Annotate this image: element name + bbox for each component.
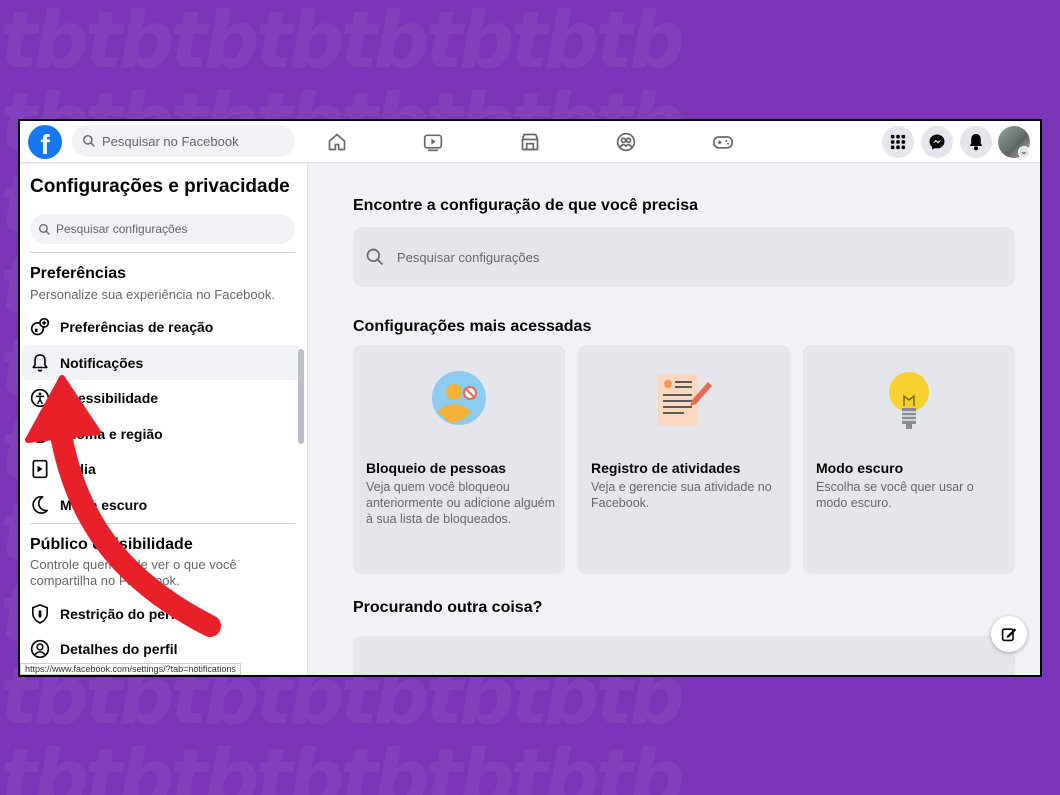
card-description: Veja e gerencie sua atividade no Faceboo… (591, 480, 772, 510)
sidebar-item-reaction-preferences[interactable]: Preferências de reação (22, 309, 300, 344)
sidebar-item-label: Detalhes do perfil (60, 640, 178, 657)
section-subtitle-preferences: Personalize sua experiência no Facebook. (30, 287, 275, 302)
card-description: Veja quem você bloqueou anteriormente ou… (366, 480, 556, 526)
gaming-icon[interactable] (712, 131, 734, 153)
search-heading: Encontre a configuração de que você prec… (353, 197, 698, 214)
edit-icon (1001, 628, 1017, 642)
globe-icon (30, 424, 50, 444)
activity-log-illustration (578, 370, 790, 440)
moon-icon (30, 495, 50, 515)
sidebar-item-profile-details[interactable]: Detalhes do perfil (22, 631, 300, 666)
divider (30, 252, 295, 253)
notifications-bell-icon[interactable] (960, 126, 992, 158)
card-dark-mode[interactable]: Modo escuro Escolha se você quer usar o … (803, 345, 1015, 574)
search-icon (83, 135, 95, 147)
compose-message-button[interactable] (991, 616, 1027, 652)
card-description: Escolha se você quer usar o modo escuro. (816, 480, 974, 510)
reaction-icon (30, 317, 50, 337)
card-title: Modo escuro (816, 460, 904, 476)
sidebar-item-profile-restriction[interactable]: Restrição do perfil (22, 596, 300, 631)
shield-icon (30, 603, 50, 624)
section-title-preferences: Preferências (30, 265, 127, 282)
home-icon[interactable] (326, 131, 348, 153)
section-title-audience: Público e visibilidade (30, 536, 193, 553)
sidebar-item-label: Idioma e região (60, 425, 163, 442)
sidebar-item-dark-mode[interactable]: Modo escuro (22, 487, 300, 522)
card-title: Registro de atividades (591, 460, 741, 476)
popular-settings-heading: Configurações mais acessadas (353, 318, 592, 335)
browser-screenshot: f Pesquisar no Facebook ⌄ Configurações … (18, 119, 1042, 677)
card-title: Bloqueio de pessoas (366, 460, 507, 476)
section-subtitle-audience: Controle quem pode ver o que você compar… (30, 557, 237, 588)
sidebar-item-notifications[interactable]: Notificações (22, 345, 300, 380)
top-navigation-bar: f Pesquisar no Facebook ⌄ (20, 121, 1040, 163)
sidebar-item-language-region[interactable]: Idioma e região (22, 416, 300, 451)
sidebar-item-accessibility[interactable]: Acessibilidade (22, 380, 300, 415)
facebook-search-input[interactable]: Pesquisar no Facebook (72, 125, 295, 157)
sidebar-item-label: Mídia (60, 460, 96, 477)
search-icon (38, 223, 50, 235)
settings-sidebar: Configurações e privacidade Pesquisar co… (20, 164, 308, 675)
search-placeholder: Pesquisar no Facebook (102, 133, 239, 149)
menu-grid-icon[interactable] (882, 126, 914, 158)
sidebar-title: Configurações e privacidade (30, 176, 290, 197)
accessibility-icon (30, 388, 50, 408)
blocked-user-illustration (353, 370, 565, 440)
sidebar-item-label: Modo escuro (60, 496, 148, 513)
facebook-logo[interactable]: f (28, 125, 62, 159)
sidebar-item-label: Notificações (60, 354, 144, 371)
other-settings-panel (353, 636, 1015, 675)
search-icon (366, 248, 384, 266)
search-placeholder: Pesquisar configurações (397, 249, 540, 265)
card-blocking[interactable]: Bloqueio de pessoas Veja quem você bloqu… (353, 345, 565, 574)
messenger-icon[interactable] (921, 126, 953, 158)
settings-main-content: Encontre a configuração de que você prec… (309, 164, 1040, 675)
settings-search-input[interactable]: Pesquisar configurações (30, 214, 295, 244)
lightbulb-illustration (803, 370, 1015, 440)
groups-icon[interactable] (615, 131, 637, 153)
sidebar-scrollbar[interactable] (298, 349, 304, 444)
chevron-down-icon[interactable]: ⌄ (1018, 146, 1030, 158)
sidebar-item-label: Restrição do perfil (60, 605, 183, 622)
card-activity-log[interactable]: Registro de atividades Veja e gerencie s… (578, 345, 790, 574)
divider (30, 523, 295, 524)
browser-status-url: https://www.facebook.com/settings/?tab=n… (20, 663, 241, 675)
media-icon (30, 459, 50, 479)
main-settings-search-input[interactable]: Pesquisar configurações (353, 227, 1015, 287)
marketplace-icon[interactable] (519, 131, 541, 153)
bell-icon (30, 353, 50, 373)
search-placeholder: Pesquisar configurações (56, 222, 188, 236)
sidebar-item-label: Acessibilidade (60, 389, 159, 406)
watch-icon[interactable] (422, 131, 444, 153)
sidebar-item-media[interactable]: Mídia (22, 451, 300, 486)
sidebar-item-label: Preferências de reação (60, 318, 214, 335)
other-settings-heading: Procurando outra coisa? (353, 599, 543, 616)
user-circle-icon (30, 639, 50, 659)
